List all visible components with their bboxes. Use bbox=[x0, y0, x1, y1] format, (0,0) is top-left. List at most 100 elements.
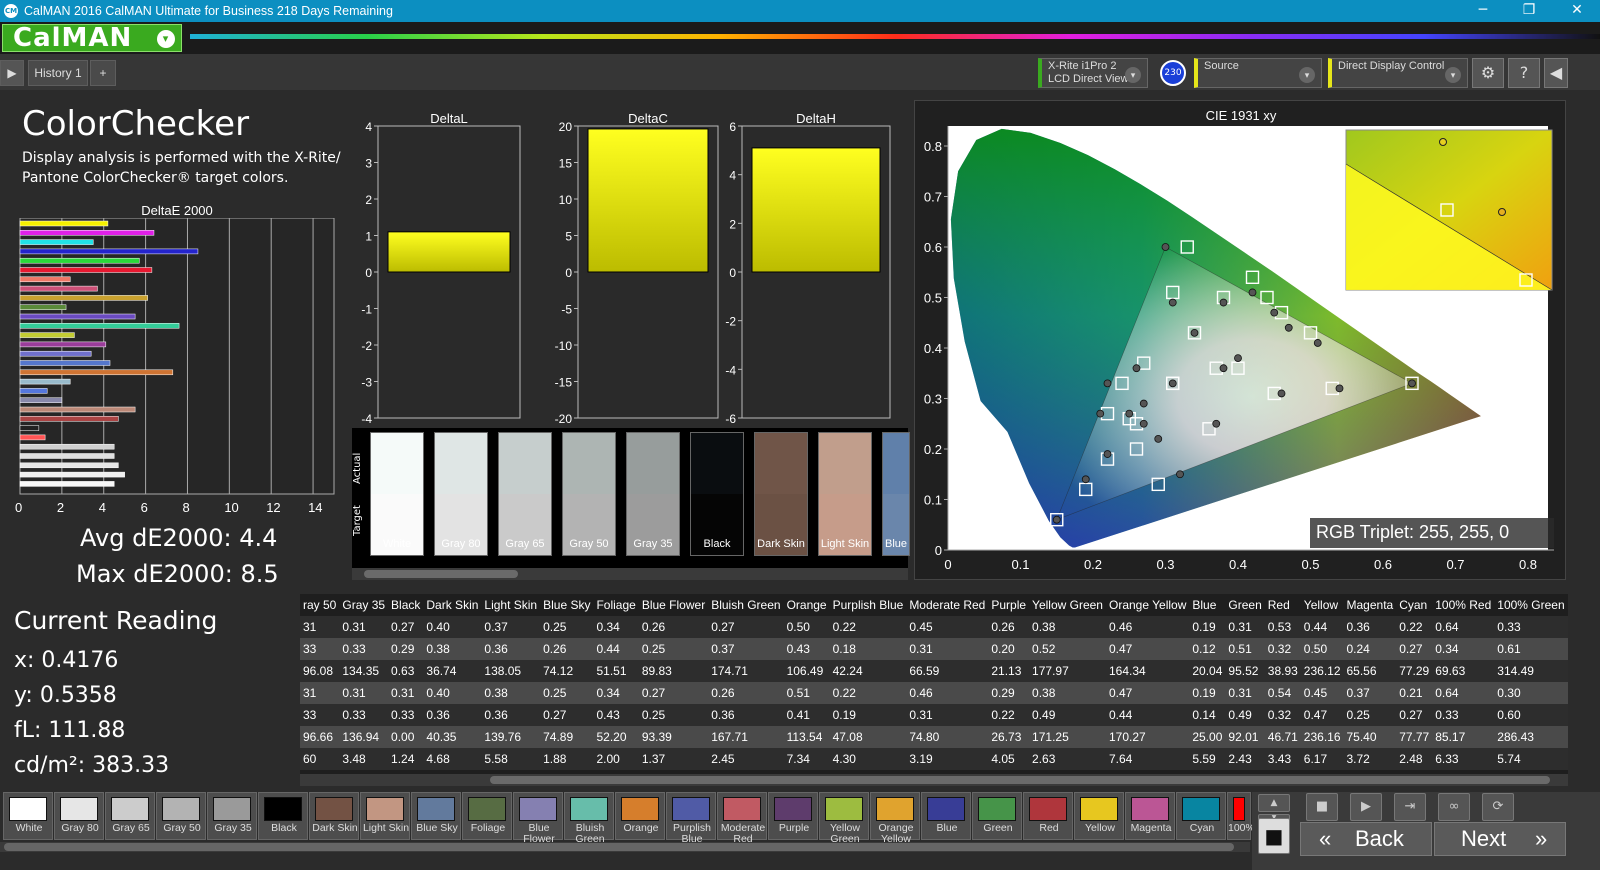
column-header[interactable]: Gray 35 bbox=[339, 594, 389, 616]
column-header[interactable]: Magenta bbox=[1343, 594, 1397, 616]
bottom-swatch-button[interactable]: Gray 65 bbox=[105, 792, 155, 840]
delta-tick-label: 2 bbox=[365, 193, 372, 207]
bottom-scrollbar[interactable] bbox=[0, 842, 1250, 852]
bottom-swatch-button[interactable]: Purple bbox=[768, 792, 818, 840]
cie-x-tick: 0.4 bbox=[1229, 557, 1247, 572]
bottom-swatch-button[interactable]: Foliage bbox=[462, 792, 512, 840]
minimize-button[interactable]: ─ bbox=[1460, 0, 1506, 22]
delta-tick-label: 0 bbox=[729, 266, 736, 280]
bottom-swatch-button[interactable]: 100% bbox=[1227, 792, 1255, 840]
bottom-swatch-button[interactable]: Gray 50 bbox=[156, 792, 206, 840]
add-tab-button[interactable]: + bbox=[90, 60, 116, 86]
maximize-button[interactable]: ❐ bbox=[1506, 0, 1552, 22]
back-button[interactable]: « Back bbox=[1300, 822, 1432, 856]
scroll-thumb[interactable] bbox=[4, 843, 1234, 851]
scroll-up-button[interactable]: ▲ bbox=[1258, 794, 1290, 812]
swatch-label: Green bbox=[983, 822, 1013, 834]
table-cell: 2.63 bbox=[1029, 748, 1106, 770]
column-header[interactable]: ray 50 bbox=[300, 594, 340, 616]
swatch-scrollbar[interactable] bbox=[352, 568, 908, 580]
column-header[interactable]: Foliage bbox=[593, 594, 639, 616]
bottom-swatch-button[interactable]: White bbox=[3, 792, 53, 840]
bottom-swatch-button[interactable]: Orange Yellow bbox=[870, 792, 920, 845]
column-header[interactable]: Moderate Red bbox=[906, 594, 989, 616]
deltae-bar bbox=[19, 220, 109, 227]
scroll-thumb[interactable] bbox=[490, 776, 1550, 784]
cie-actual-point bbox=[1284, 323, 1293, 332]
swatch-label: Gray 65 bbox=[505, 538, 545, 550]
column-header[interactable]: Black bbox=[388, 594, 424, 616]
bottom-swatch-button[interactable]: Cyan bbox=[1176, 792, 1226, 840]
stop-icon[interactable]: ■ bbox=[1306, 793, 1338, 821]
next-button[interactable]: Next » bbox=[1434, 822, 1566, 856]
table-cell: 0.47 bbox=[1105, 638, 1190, 660]
calman-logo-menu[interactable]: CalMAN ▾ bbox=[2, 24, 182, 52]
meter-selector[interactable]: X-Rite i1Pro 2 LCD Direct View ▾ bbox=[1038, 58, 1148, 88]
bottom-swatch-button[interactable]: Blue Flower bbox=[513, 792, 563, 845]
play-icon[interactable]: ▶ bbox=[1350, 793, 1382, 821]
table-cell: 106.49 bbox=[783, 660, 830, 682]
loop-icon[interactable]: ∞ bbox=[1438, 793, 1470, 821]
column-header[interactable]: Red bbox=[1264, 594, 1301, 616]
bottom-swatch-button[interactable]: Orange bbox=[615, 792, 665, 840]
column-header[interactable]: Green bbox=[1225, 594, 1265, 616]
bottom-swatch-button[interactable]: Blue Sky bbox=[411, 792, 461, 840]
table-scrollbar[interactable] bbox=[300, 774, 1568, 786]
column-header[interactable]: Yellow Green bbox=[1029, 594, 1106, 616]
column-header[interactable]: Light Skin bbox=[481, 594, 541, 616]
play-icon[interactable]: ▶ bbox=[0, 60, 24, 86]
column-header[interactable]: 100% Green bbox=[1494, 594, 1568, 616]
settings-gear-icon[interactable]: ⚙ bbox=[1472, 58, 1504, 88]
bottom-swatch-button[interactable]: Gray 80 bbox=[54, 792, 104, 840]
bottom-swatch-button[interactable]: Gray 35 bbox=[207, 792, 257, 840]
close-button[interactable]: ✕ bbox=[1554, 0, 1600, 22]
table-row: 33 0.33 0.33 0.36 0.36 0.27 0.43 0.25 0.36 0.41 0.… bbox=[300, 704, 1568, 726]
refresh-icon[interactable]: ⟳ bbox=[1482, 793, 1514, 821]
source-selector[interactable]: Source ▾ bbox=[1194, 58, 1322, 88]
collapse-icon[interactable]: ◀ bbox=[1544, 58, 1568, 88]
bottom-swatch-button[interactable]: Dark Skin bbox=[309, 792, 359, 840]
bottom-swatch-button[interactable]: Red bbox=[1023, 792, 1073, 840]
deltae-bar bbox=[19, 453, 115, 459]
meter-badge[interactable]: 230 bbox=[1160, 60, 1186, 86]
cie-actual-point bbox=[1270, 308, 1279, 317]
bottom-swatch-button[interactable]: Yellow bbox=[1074, 792, 1124, 840]
table-cell: 0.25 bbox=[638, 704, 709, 726]
column-header[interactable]: Orange bbox=[783, 594, 830, 616]
stop-square-button[interactable]: ■ bbox=[1258, 818, 1290, 854]
table-cell: 0.14 bbox=[1189, 704, 1226, 726]
column-header[interactable]: Dark Skin bbox=[423, 594, 482, 616]
column-header[interactable]: 100% Red bbox=[1432, 594, 1495, 616]
column-header[interactable]: Orange Yellow bbox=[1105, 594, 1190, 616]
column-header[interactable]: Purple bbox=[988, 594, 1030, 616]
swatch-chip bbox=[672, 797, 710, 821]
display-selector[interactable]: Direct Display Control ▾ bbox=[1328, 58, 1468, 88]
back-label: Back bbox=[1355, 826, 1404, 851]
bottom-swatch-button[interactable]: Yellow Green bbox=[819, 792, 869, 845]
table-cell: 0.49 bbox=[1029, 704, 1106, 726]
table-cell: 0.31 bbox=[339, 616, 389, 638]
column-header[interactable]: Bluish Green bbox=[708, 594, 784, 616]
bottom-swatch-button[interactable]: Purplish Blue bbox=[666, 792, 716, 845]
bottom-swatch-button[interactable]: Green bbox=[972, 792, 1022, 840]
step-icon[interactable]: ⇥ bbox=[1394, 793, 1426, 821]
help-icon[interactable]: ? bbox=[1508, 58, 1540, 88]
scroll-thumb[interactable] bbox=[364, 570, 518, 578]
column-header[interactable]: Cyan bbox=[1396, 594, 1433, 616]
bottom-swatch-button[interactable]: Magenta bbox=[1125, 792, 1175, 840]
column-header[interactable]: Yellow bbox=[1300, 594, 1344, 616]
bottom-swatch-button[interactable]: Black bbox=[258, 792, 308, 840]
swatch-label: Dark Skin bbox=[312, 822, 358, 834]
table-cell: 0.26 bbox=[638, 616, 709, 638]
column-header[interactable]: Purplish Blue bbox=[829, 594, 907, 616]
delta-tick-label: 2 bbox=[729, 217, 736, 231]
bottom-swatch-button[interactable]: Blue bbox=[921, 792, 971, 840]
column-header[interactable]: Blue Sky bbox=[540, 594, 594, 616]
bottom-swatch-button[interactable]: Moderate Red bbox=[717, 792, 767, 845]
column-header[interactable]: Blue bbox=[1189, 594, 1226, 616]
bottom-swatch-button[interactable]: Light Skin bbox=[360, 792, 410, 840]
tab-history-1[interactable]: History 1 bbox=[28, 60, 88, 86]
cie-diagram: 0 0.1 0.2 0.3 0.4 0.5 0.6 0.7 0.8 0 0.1 0.2 0.3 0.4 0.… bbox=[924, 126, 1554, 572]
column-header[interactable]: Blue Flower bbox=[638, 594, 709, 616]
bottom-swatch-button[interactable]: Bluish Green bbox=[564, 792, 614, 845]
